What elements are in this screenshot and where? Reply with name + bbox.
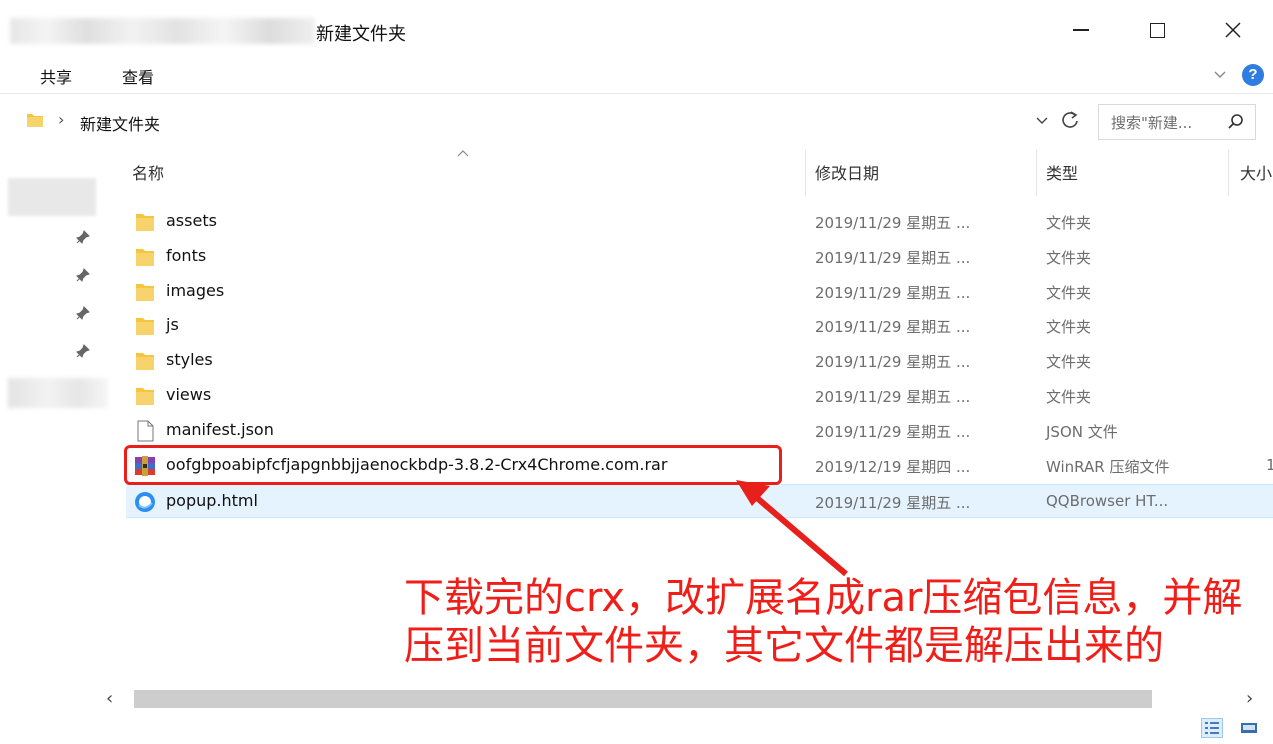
file-date: 2019/11/29 星期五 ...	[815, 318, 971, 336]
document-icon	[137, 420, 154, 442]
file-name: js	[166, 315, 179, 334]
refresh-icon[interactable]	[1058, 108, 1084, 134]
table-row[interactable]: images 2019/11/29 星期五 ... 文件夹	[126, 275, 1273, 309]
chevron-down-icon[interactable]	[1212, 66, 1228, 82]
details-view-icon	[1205, 722, 1219, 734]
file-type: 文件夹	[1046, 249, 1092, 267]
file-date: 2019/11/29 星期五 ...	[815, 249, 971, 267]
title-bar: 新建文件夹	[0, 0, 1273, 58]
winrar-archive-icon	[135, 456, 155, 476]
navigation-item-blurred[interactable]	[8, 178, 96, 216]
table-row[interactable]: js 2019/11/29 星期五 ... 文件夹	[126, 309, 1273, 343]
file-date: 2019/11/29 星期五 ...	[815, 388, 971, 406]
table-row[interactable]: fonts 2019/11/29 星期五 ... 文件夹	[126, 240, 1273, 274]
ribbon: 共享 查看 ?	[0, 58, 1273, 94]
pin-icon	[76, 230, 90, 244]
file-name: styles	[166, 350, 213, 369]
folder-icon	[136, 318, 154, 335]
close-button[interactable]	[1210, 10, 1256, 50]
minimize-button[interactable]	[1058, 10, 1104, 50]
folder-icon	[136, 249, 154, 266]
tab-view[interactable]: 查看	[122, 64, 154, 88]
close-icon	[1225, 22, 1241, 38]
minimize-icon	[1073, 29, 1089, 31]
file-date: 2019/12/19 星期四 ...	[815, 458, 971, 476]
column-header-date[interactable]: 修改日期	[815, 160, 879, 184]
help-button[interactable]: ?	[1242, 64, 1264, 86]
breadcrumb[interactable]: 新建文件夹	[80, 111, 160, 135]
pin-icon	[76, 344, 90, 358]
scrollbar-thumb[interactable]	[134, 690, 1152, 708]
file-name: assets	[166, 211, 217, 230]
column-header-type[interactable]: 类型	[1046, 160, 1078, 184]
table-row[interactable]: assets 2019/11/29 星期五 ... 文件夹	[126, 205, 1273, 239]
folder-icon	[136, 284, 154, 301]
file-type: 文件夹	[1046, 214, 1092, 232]
folder-icon	[136, 353, 154, 370]
file-type: 文件夹	[1046, 284, 1092, 302]
file-size: 1	[1266, 456, 1273, 474]
file-type: QQBrowser HT...	[1046, 492, 1169, 510]
large-icons-view-button[interactable]	[1238, 718, 1260, 738]
search-input[interactable]: 搜索"新建...	[1098, 104, 1256, 140]
navigation-item-blurred[interactable]	[8, 378, 108, 408]
column-header-size[interactable]: 大小	[1240, 160, 1272, 184]
blurred-title-region	[10, 18, 315, 44]
maximize-icon	[1149, 22, 1165, 38]
maximize-button[interactable]	[1134, 10, 1180, 50]
scroll-left-icon[interactable]: ‹	[106, 688, 113, 709]
table-row[interactable]: styles 2019/11/29 星期五 ... 文件夹	[126, 344, 1273, 378]
file-date: 2019/11/29 星期五 ...	[815, 494, 971, 512]
scroll-right-icon[interactable]: ›	[1246, 688, 1253, 709]
folder-icon	[27, 114, 43, 127]
annotation-text: 下载完的crx，改扩展名成rar压缩包信息，并解压到当前文件夹，其它文件都是解压…	[404, 575, 1243, 669]
table-row[interactable]: views 2019/11/29 星期五 ... 文件夹	[126, 379, 1273, 413]
folder-icon	[136, 388, 154, 405]
search-icon	[1228, 114, 1243, 129]
folder-icon	[136, 214, 154, 231]
file-type: 文件夹	[1046, 318, 1092, 336]
table-row[interactable]: manifest.json 2019/11/29 星期五 ... JSON 文件	[126, 414, 1273, 448]
qqbrowser-html-icon	[135, 492, 155, 512]
column-divider[interactable]	[805, 150, 806, 196]
column-divider[interactable]	[1036, 150, 1037, 196]
column-divider[interactable]	[1228, 150, 1229, 196]
window-title: 新建文件夹	[316, 24, 406, 45]
tab-share[interactable]: 共享	[40, 64, 72, 88]
pin-icon	[76, 268, 90, 282]
file-date: 2019/11/29 星期五 ...	[815, 353, 971, 371]
file-type: 文件夹	[1046, 388, 1092, 406]
file-name: popup.html	[166, 491, 258, 510]
file-name: oofgbpoabipfcfjapgnbbjjaenockbdp-3.8.2-C…	[166, 455, 668, 474]
chevron-down-icon[interactable]	[1034, 112, 1050, 128]
breadcrumb-separator[interactable]: ›	[58, 110, 64, 129]
file-name: manifest.json	[166, 420, 274, 439]
table-row[interactable]: oofgbpoabipfcfjapgnbbjjaenockbdp-3.8.2-C…	[126, 449, 1273, 483]
file-type: WinRAR 压缩文件	[1046, 458, 1170, 476]
large-icons-view-icon	[1241, 723, 1257, 733]
sort-ascending-icon	[457, 150, 469, 157]
file-date: 2019/11/29 星期五 ...	[815, 214, 971, 232]
details-view-button[interactable]	[1201, 718, 1223, 738]
file-type: 文件夹	[1046, 353, 1092, 371]
search-placeholder: 搜索"新建...	[1111, 114, 1193, 132]
file-date: 2019/11/29 星期五 ...	[815, 423, 971, 441]
file-name: views	[166, 385, 212, 404]
file-date: 2019/11/29 星期五 ...	[815, 284, 971, 302]
file-name: fonts	[166, 246, 207, 265]
file-type: JSON 文件	[1046, 423, 1118, 441]
table-row-selected[interactable]: popup.html 2019/11/29 星期五 ... QQBrowser …	[126, 484, 1273, 518]
horizontal-scrollbar[interactable]: ‹ ›	[96, 686, 1273, 714]
pin-icon	[76, 306, 90, 320]
column-header-name[interactable]: 名称	[132, 160, 164, 184]
file-name: images	[166, 281, 225, 300]
